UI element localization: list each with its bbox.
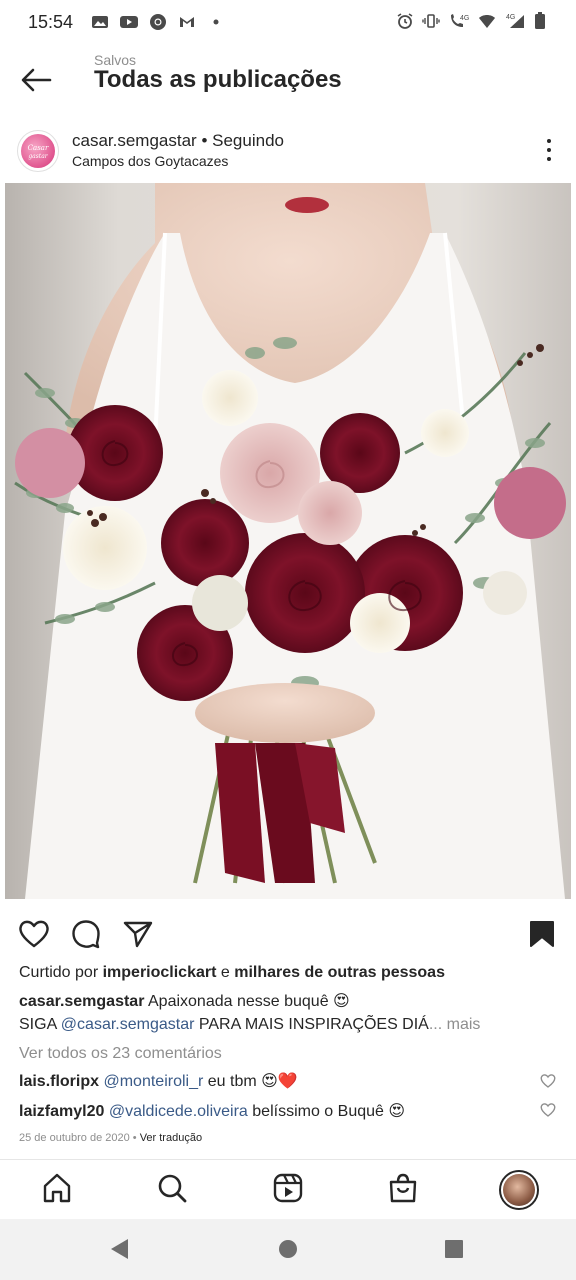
- app-header: Salvos Todas as publicações: [0, 44, 576, 118]
- likes-others[interactable]: milhares de outras pessoas: [234, 964, 445, 981]
- comment-like-heart-icon[interactable]: [540, 1073, 556, 1089]
- nav-back-icon[interactable]: [108, 1237, 132, 1261]
- more-link[interactable]: ... mais: [429, 1016, 481, 1033]
- likes-prefix: Curtido por: [19, 964, 103, 981]
- comment-row: lais.floripx @monteiroli_r eu tbm 😍❤️: [19, 1071, 298, 1091]
- svg-text:4G: 4G: [460, 15, 469, 22]
- tab-home[interactable]: [39, 1170, 75, 1206]
- post-avatar[interactable]: Casar gastar: [17, 130, 59, 172]
- post-location[interactable]: Campos dos Goytacazes: [72, 153, 228, 169]
- view-all-comments-link[interactable]: Ver todos os 23 comentários: [19, 1045, 222, 1063]
- caption-username[interactable]: casar.semgastar: [19, 993, 144, 1010]
- tab-search[interactable]: [154, 1170, 190, 1206]
- call-4g-icon: 4G: [451, 14, 469, 27]
- comment-icon: [72, 920, 100, 949]
- dot-icon: [213, 19, 219, 25]
- post-date-line: 25 de outubro de 2020 • Ver tradução: [19, 1132, 202, 1144]
- comment-like-heart-icon[interactable]: [540, 1102, 556, 1118]
- separator-dot: •: [196, 131, 213, 150]
- date-separator: •: [129, 1132, 140, 1144]
- tab-profile[interactable]: [499, 1170, 539, 1210]
- nav-recents-icon[interactable]: [442, 1237, 466, 1261]
- more-dot: [547, 139, 551, 143]
- caption-text: Apaixonada nesse buquê 😍: [144, 993, 350, 1010]
- post-actions: [0, 912, 576, 954]
- alarm-icon: [397, 13, 413, 29]
- comment-text: eu tbm 😍❤️: [203, 1073, 298, 1090]
- post-photo[interactable]: [5, 183, 571, 899]
- avatar-logo: Casar gastar: [21, 134, 55, 168]
- comment-row: laizfamyl20 @valdicede.oliveira belíssim…: [19, 1101, 405, 1121]
- caption-line2-prefix: SIGA: [19, 1016, 61, 1033]
- likes-line[interactable]: Curtido por imperioclickart e milhares d…: [19, 964, 445, 982]
- svg-text:4G: 4G: [506, 14, 515, 21]
- heart-icon: [19, 920, 49, 948]
- comment-username[interactable]: laizfamyl20: [19, 1103, 104, 1120]
- likes-user[interactable]: imperioclickart: [103, 964, 217, 981]
- comment-text: belíssimo o Buquê 😍: [247, 1103, 406, 1120]
- shopping-bag-icon: [389, 1173, 417, 1203]
- profile-avatar: [503, 1174, 535, 1206]
- search-icon: [158, 1174, 187, 1203]
- gmail-icon: [180, 17, 195, 27]
- status-bar: 15:54 4G 4G: [0, 0, 576, 44]
- post-author-line: casar.semgastar • Seguindo: [72, 131, 284, 151]
- notification-icons: [91, 13, 225, 31]
- tab-shop[interactable]: [385, 1170, 421, 1206]
- svg-text:gastar: gastar: [28, 153, 48, 160]
- battery-icon: [535, 12, 545, 29]
- caption-line-1: casar.semgastar Apaixonada nesse buquê 😍: [19, 991, 350, 1011]
- system-navigation-bar: [0, 1219, 576, 1280]
- comment-button[interactable]: [70, 918, 102, 950]
- share-button[interactable]: [122, 918, 154, 950]
- tab-reels[interactable]: [270, 1170, 306, 1206]
- caption-mention[interactable]: @casar.semgastar: [61, 1016, 195, 1033]
- vibrate-icon: [422, 14, 440, 28]
- bookmark-filled-icon: [530, 921, 554, 947]
- post-date: 25 de outubro de 2020: [19, 1132, 130, 1144]
- comment-username[interactable]: lais.floripx: [19, 1073, 99, 1090]
- post-header: Casar gastar casar.semgastar • Seguindo C…: [0, 122, 576, 182]
- arrow-left-icon: [21, 68, 52, 92]
- status-time: 15:54: [28, 11, 74, 32]
- like-button[interactable]: [18, 918, 50, 950]
- bridal-bouquet-image: [5, 183, 571, 899]
- post-username[interactable]: casar.semgastar: [72, 131, 197, 150]
- home-icon: [43, 1173, 71, 1203]
- signal-4g-icon: 4G: [506, 14, 524, 28]
- more-dot: [547, 157, 551, 161]
- paper-plane-icon: [123, 921, 153, 948]
- comment-mention[interactable]: @monteiroli_r: [103, 1073, 203, 1090]
- chrome-icon: [150, 14, 167, 30]
- bottom-tab-bar: [0, 1159, 576, 1219]
- system-icons: 4G 4G: [396, 12, 546, 30]
- page-title: Todas as publicações: [94, 66, 342, 93]
- gallery-icon: [92, 16, 109, 28]
- back-button[interactable]: [18, 62, 54, 98]
- likes-middle: e: [216, 964, 235, 981]
- follow-status[interactable]: Seguindo: [212, 131, 284, 150]
- save-button[interactable]: [526, 918, 558, 950]
- caption-line2-rest: PARA MAIS INSPIRAÇÕES DIÁ: [194, 1016, 429, 1033]
- more-dot: [547, 148, 551, 152]
- more-options-button[interactable]: [540, 136, 558, 164]
- reels-icon: [273, 1173, 303, 1203]
- see-translation-link[interactable]: Ver tradução: [140, 1132, 202, 1144]
- youtube-icon: [120, 16, 139, 28]
- nav-home-icon[interactable]: [276, 1237, 300, 1261]
- svg-text:Casar: Casar: [28, 144, 49, 152]
- comment-mention[interactable]: @valdicede.oliveira: [109, 1103, 248, 1120]
- caption-line-2: SIGA @casar.semgastar PARA MAIS INSPIRAÇ…: [19, 1016, 480, 1034]
- wifi-icon: [479, 15, 495, 28]
